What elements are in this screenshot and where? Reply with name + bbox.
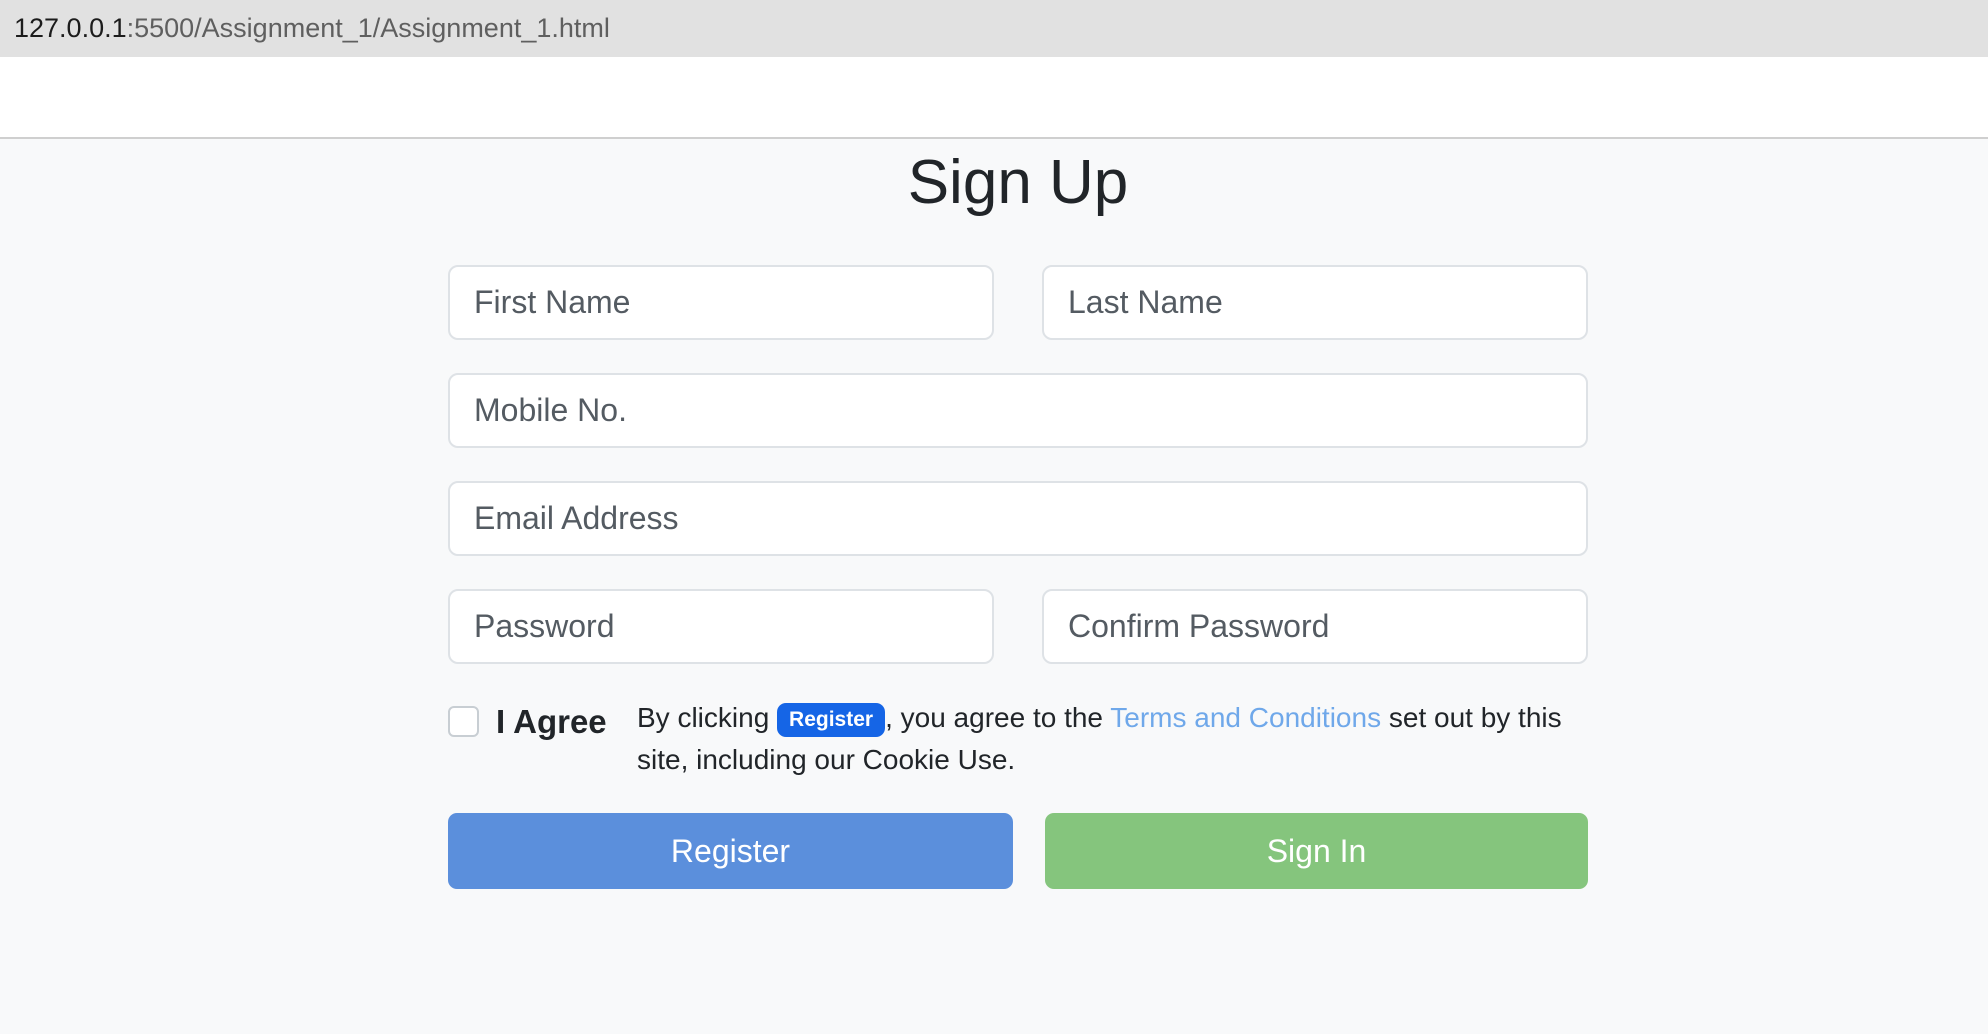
terms-middle: , you agree to the <box>885 702 1111 733</box>
last-name-input[interactable] <box>1042 265 1588 340</box>
agree-label[interactable]: I Agree <box>496 700 607 744</box>
browser-url-bar[interactable]: 127.0.0.1:5500/Assignment_1/Assignment_1… <box>0 0 1988 57</box>
register-button[interactable]: Register <box>448 813 1013 889</box>
first-name-input[interactable] <box>448 265 994 340</box>
agree-checkbox[interactable] <box>448 706 479 737</box>
terms-text: By clicking Register, you agree to the T… <box>637 697 1597 781</box>
terms-prefix: By clicking <box>637 702 778 733</box>
sign-in-button[interactable]: Sign In <box>1045 813 1588 889</box>
email-input[interactable] <box>448 481 1588 556</box>
mobile-input[interactable] <box>448 373 1588 448</box>
page-body <box>0 139 1988 1034</box>
register-badge: Register <box>777 703 886 737</box>
confirm-password-input[interactable] <box>1042 589 1588 664</box>
terms-link[interactable]: Terms and Conditions <box>1110 702 1381 733</box>
password-input[interactable] <box>448 589 994 664</box>
url-host: 127.0.0.1 <box>14 13 127 43</box>
top-strip <box>0 57 1988 139</box>
url-path: :5500/Assignment_1/Assignment_1.html <box>126 13 610 43</box>
page-title: Sign Up <box>907 148 1129 217</box>
